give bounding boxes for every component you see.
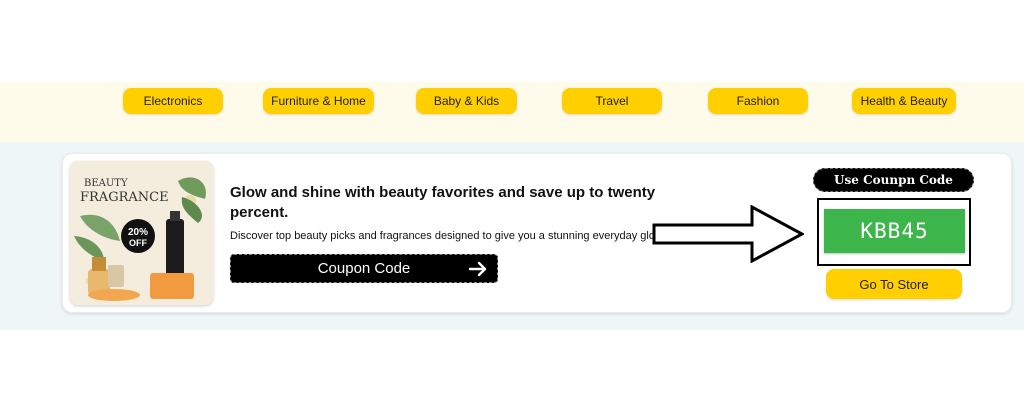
beauty-fragrance-image: BEAUTY FRAGRANCE 20% OFF (70, 161, 213, 305)
category-fashion[interactable]: Fashion (708, 88, 808, 114)
category-bar: Electronics Furniture & Home Baby & Kids… (0, 82, 1024, 142)
offer-title: Glow and shine with beauty favorites and… (230, 184, 656, 221)
category-baby-kids[interactable]: Baby & Kids (416, 88, 517, 114)
discount-badge-2: OFF (129, 238, 147, 248)
thumbnail-heading-2: FRAGRANCE (80, 190, 169, 205)
coupon-code-label: Coupon Code (317, 260, 411, 277)
arrow-right-icon (468, 261, 487, 277)
category-health-beauty[interactable]: Health & Beauty (852, 88, 956, 114)
offer-thumbnail[interactable]: BEAUTY FRAGRANCE 20% OFF (70, 161, 213, 305)
discount-badge-1: 20% (128, 227, 148, 238)
category-electronics[interactable]: Electronics (123, 88, 223, 114)
go-to-store-button[interactable]: Go To Store (826, 269, 962, 299)
coupon-code-value[interactable]: KBB45 (824, 209, 965, 253)
category-furniture-home[interactable]: Furniture & Home (263, 88, 374, 114)
page: Electronics Furniture & Home Baby & Kids… (0, 0, 1024, 410)
category-travel[interactable]: Travel (562, 88, 662, 114)
offer-description: Discover top beauty picks and fragrances… (230, 230, 666, 242)
coupon-code-button[interactable]: Coupon Code (230, 254, 498, 283)
use-coupon-code-label: Use Counpn Code (813, 168, 974, 192)
pointer-arrow-icon (652, 205, 804, 263)
thumbnail-heading-1: BEAUTY (84, 178, 128, 189)
